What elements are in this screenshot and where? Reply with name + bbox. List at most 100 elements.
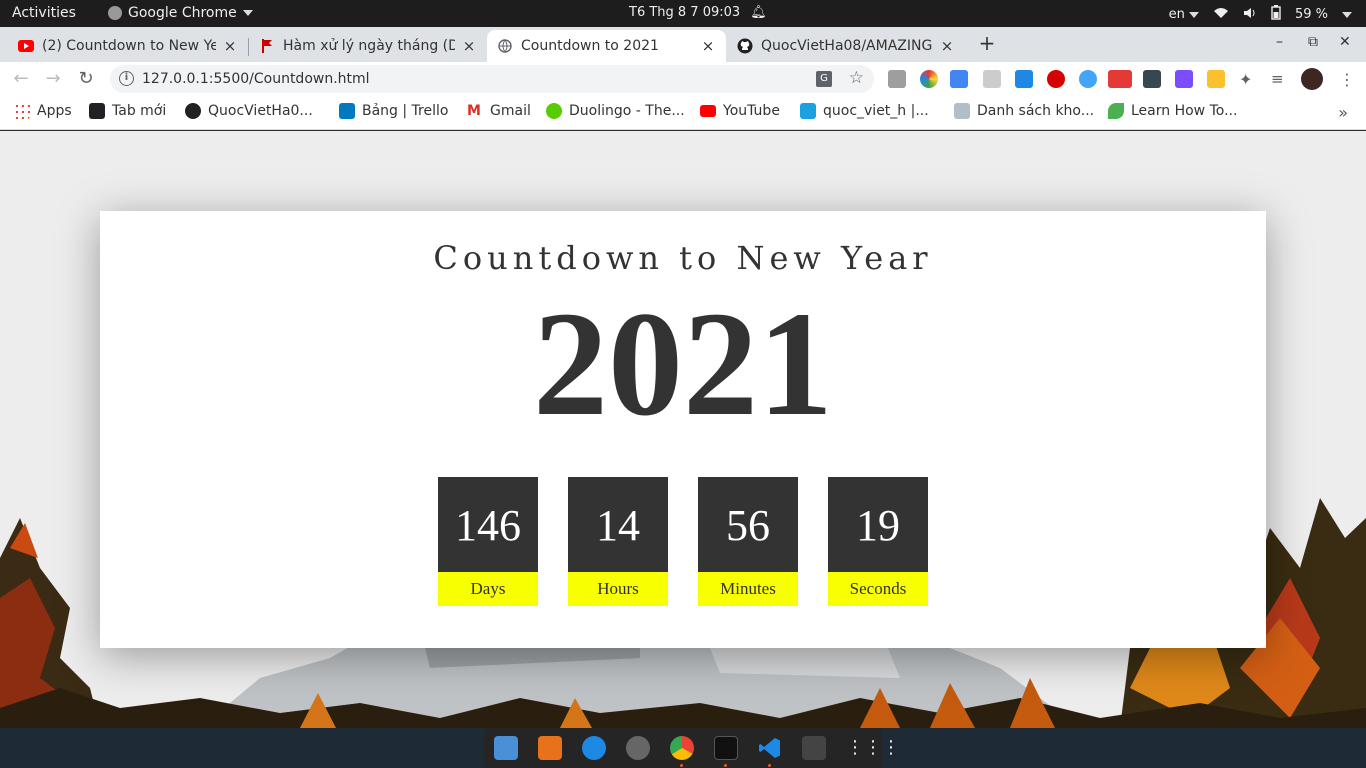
menu-kebab-icon[interactable]: ⋮ bbox=[1338, 70, 1356, 89]
language-indicator[interactable]: en bbox=[1169, 7, 1199, 22]
vscode-icon[interactable] bbox=[758, 736, 782, 760]
new-badge-icon[interactable] bbox=[1108, 70, 1132, 88]
bookmark-course-list[interactable]: Danh sách kho... bbox=[954, 103, 1094, 119]
flag-icon bbox=[259, 38, 275, 54]
more-bookmarks-chevron-icon[interactable]: » bbox=[1338, 103, 1348, 122]
bookmark-github[interactable]: QuocVietHa0... bbox=[185, 103, 313, 119]
seconds-label: Seconds bbox=[828, 572, 928, 606]
bookmark-label: Gmail bbox=[490, 103, 531, 119]
system-top-bar: Activities Google Chrome T6 Thg 8 7 09:0… bbox=[0, 0, 1366, 27]
google-translate-icon[interactable] bbox=[950, 70, 968, 88]
bookmark-label: Duolingo - The... bbox=[569, 103, 685, 119]
check-icon[interactable] bbox=[1079, 70, 1097, 88]
bookmark-duolingo[interactable]: Duolingo - The... bbox=[546, 103, 685, 119]
minutes-value: 56 bbox=[698, 477, 798, 572]
tab-countdown-2021[interactable]: Countdown to 2021 × bbox=[487, 30, 726, 62]
running-indicator bbox=[724, 764, 727, 767]
maximize-button[interactable]: ⧉ bbox=[1308, 34, 1318, 50]
bookmark-gmail[interactable]: M Gmail bbox=[467, 103, 531, 119]
site-info-icon[interactable]: i bbox=[119, 71, 134, 86]
extension-icon[interactable] bbox=[983, 70, 1001, 88]
bookmark-hackerrank[interactable]: quoc_viet_h |... bbox=[800, 103, 929, 119]
bookmark-star-icon[interactable]: ☆ bbox=[849, 68, 864, 88]
clock[interactable]: T6 Thg 8 7 09:03 🔔︎ bbox=[629, 5, 767, 20]
tab-icon bbox=[89, 103, 105, 119]
extension-icon[interactable] bbox=[1175, 70, 1193, 88]
chrome-icon[interactable] bbox=[670, 736, 694, 760]
bookmark-apps[interactable]: Apps bbox=[14, 103, 72, 119]
tab-date-functions[interactable]: Hàm xử lý ngày tháng (Da × bbox=[249, 30, 487, 62]
close-window-button[interactable]: ✕ bbox=[1339, 34, 1351, 50]
tab-title: QuocVietHa08/AMAZING bbox=[761, 38, 933, 54]
adblock-icon[interactable] bbox=[1047, 70, 1065, 88]
translate-icon[interactable]: G bbox=[816, 71, 832, 87]
address-url[interactable]: 127.0.0.1:5500/Countdown.html bbox=[142, 71, 370, 87]
tab-strip: (2) Countdown to New Ye × Hàm xử lý ngày… bbox=[0, 27, 1366, 62]
tab-title: Countdown to 2021 bbox=[521, 38, 659, 54]
status-area[interactable]: en 59 % bbox=[1169, 5, 1352, 24]
chrome-icon bbox=[108, 6, 122, 20]
app-store-icon[interactable] bbox=[582, 736, 606, 760]
settings-gear-icon[interactable] bbox=[626, 736, 650, 760]
hours-label: Hours bbox=[568, 572, 668, 606]
avatar[interactable] bbox=[1301, 68, 1323, 90]
dock: ⋮⋮⋮ bbox=[0, 728, 1366, 768]
chevron-down-icon bbox=[1342, 11, 1352, 18]
page-title: Countdown to New Year bbox=[433, 239, 933, 277]
target-year: 2021 bbox=[533, 281, 833, 447]
youtube-icon bbox=[18, 38, 34, 54]
gmail-icon: M bbox=[467, 103, 481, 119]
minimize-button[interactable]: – bbox=[1276, 34, 1283, 50]
cursor-icon[interactable] bbox=[1143, 70, 1161, 88]
extension-icon[interactable] bbox=[888, 70, 906, 88]
activities-button[interactable]: Activities bbox=[12, 5, 76, 21]
bookmark-label: YouTube bbox=[723, 103, 780, 119]
bookmark-youtube[interactable]: YouTube bbox=[700, 103, 780, 119]
seconds-value: 19 bbox=[828, 477, 928, 572]
browser-toolbar: ← → ↻ i 127.0.0.1:5500/Countdown.html G … bbox=[0, 62, 1366, 96]
puzzle-icon[interactable]: ✦ bbox=[1239, 70, 1257, 89]
reload-button[interactable]: ↻ bbox=[75, 68, 97, 90]
bookmark-trello[interactable]: Bảng | Trello bbox=[339, 103, 448, 119]
media-queue-icon[interactable]: ≡ bbox=[1271, 70, 1289, 88]
files-icon[interactable] bbox=[494, 736, 518, 760]
countdown-hours: 14 Hours bbox=[568, 477, 668, 606]
bookmark-label: Apps bbox=[37, 103, 72, 119]
hackerrank-icon bbox=[800, 103, 816, 119]
chevron-down-icon bbox=[1188, 12, 1199, 18]
show-applications-icon[interactable]: ⋮⋮⋮ bbox=[846, 736, 900, 760]
tab-github-repo[interactable]: QuocVietHa08/AMAZING × bbox=[727, 30, 965, 62]
notification-bell-icon: 🔔︎ bbox=[750, 5, 767, 20]
apps-grid-icon bbox=[14, 103, 30, 119]
close-icon[interactable]: × bbox=[222, 37, 238, 55]
duolingo-icon bbox=[546, 103, 562, 119]
countdown-seconds: 19 Seconds bbox=[828, 477, 928, 606]
running-indicator bbox=[768, 764, 771, 767]
wifi-icon bbox=[1213, 7, 1229, 23]
color-picker-icon[interactable] bbox=[920, 70, 938, 88]
bookmark-new-tab[interactable]: Tab mới bbox=[89, 103, 166, 119]
bookmark-learn-how-to[interactable]: Learn How To... bbox=[1108, 103, 1237, 119]
back-button[interactable]: ← bbox=[10, 68, 32, 90]
terminal-icon[interactable] bbox=[714, 736, 738, 760]
clock-label: T6 Thg 8 7 09:03 bbox=[629, 5, 741, 20]
battery-percent: 59 % bbox=[1294, 7, 1328, 22]
water-drop-icon[interactable] bbox=[1015, 70, 1033, 88]
forward-button[interactable]: → bbox=[42, 68, 64, 90]
close-icon[interactable]: × bbox=[700, 37, 716, 55]
days-label: Days bbox=[438, 572, 538, 606]
countdown-days: 146 Days bbox=[438, 477, 538, 606]
close-icon[interactable]: × bbox=[461, 37, 477, 55]
extension-icon[interactable] bbox=[1207, 70, 1225, 88]
app-menu[interactable]: Google Chrome bbox=[108, 5, 253, 21]
close-icon[interactable]: × bbox=[939, 37, 955, 55]
new-tab-button[interactable]: + bbox=[974, 31, 1000, 57]
calculator-icon[interactable] bbox=[802, 736, 826, 760]
hours-value: 14 bbox=[568, 477, 668, 572]
bookmark-label: QuocVietHa0... bbox=[208, 103, 313, 119]
tab-youtube-countdown[interactable]: (2) Countdown to New Ye × bbox=[8, 30, 248, 62]
address-bar[interactable]: i 127.0.0.1:5500/Countdown.html G ☆ bbox=[110, 65, 874, 93]
presentation-app-icon[interactable] bbox=[538, 736, 562, 760]
course-icon bbox=[954, 103, 970, 119]
running-indicator bbox=[680, 764, 683, 767]
